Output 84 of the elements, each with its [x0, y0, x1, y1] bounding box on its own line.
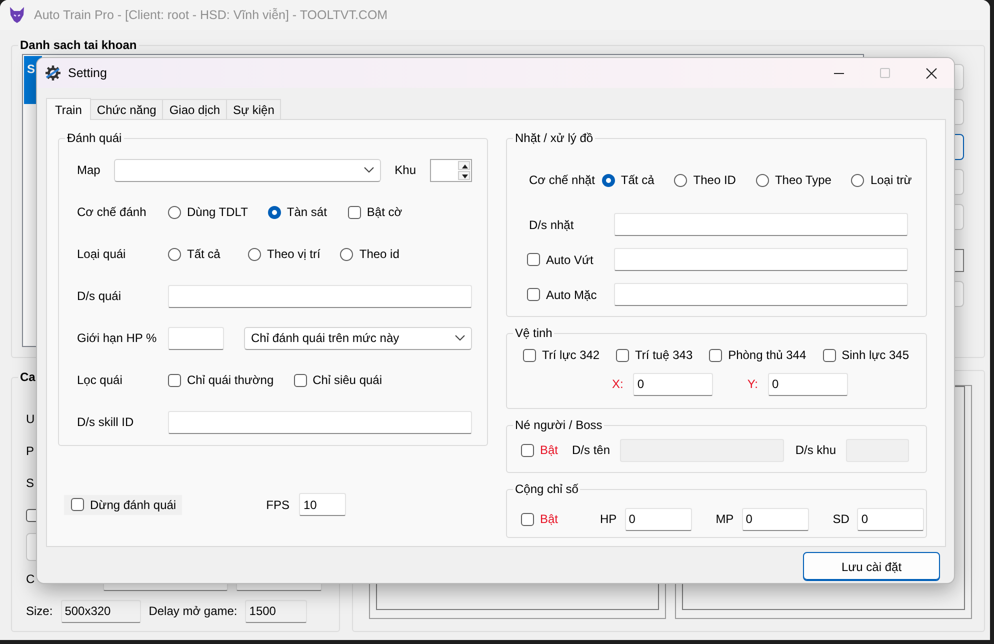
- checkbox[interactable]: Phòng thủ 344: [709, 348, 806, 362]
- field-label: SD: [832, 512, 850, 526]
- arrow-down-icon[interactable]: [458, 170, 470, 180]
- field-label: MP: [716, 512, 734, 526]
- field-label: C: [26, 572, 35, 586]
- group-title: Né người / Boss: [514, 418, 604, 432]
- text-field[interactable]: 0: [633, 372, 714, 396]
- animal-head-icon: [8, 6, 26, 24]
- checkbox[interactable]: Trí lực 342: [523, 348, 600, 362]
- field-label: U: [26, 412, 35, 426]
- tab[interactable]: Sự kiện: [226, 99, 282, 119]
- window-title: Auto Train Pro - [Client: root - HSD: Vĩnh viễn] - TOOLTVT.COM: [34, 8, 388, 22]
- field-label: Cơ chế nhặt: [529, 173, 595, 187]
- group-title: Đánh quái: [66, 131, 123, 145]
- field-label: Map: [77, 163, 102, 177]
- field-label: Loại quái: [77, 247, 127, 261]
- field-label: Delay mở game:: [148, 604, 238, 618]
- text-field[interactable]: [168, 410, 472, 434]
- group-title: Cộng chỉ số: [514, 482, 580, 496]
- field-label: S: [26, 476, 34, 490]
- checkbox[interactable]: Bật: [521, 443, 558, 457]
- radio-button[interactable]: Loại trừ: [851, 173, 912, 187]
- spin-box[interactable]: [430, 158, 472, 182]
- checkbox[interactable]: Bật: [521, 512, 558, 526]
- radio-button[interactable]: Tất cả: [168, 247, 228, 261]
- checkbox[interactable]: Chỉ quái thường: [168, 373, 274, 387]
- radio-button[interactable]: Theo id: [340, 247, 400, 261]
- tab[interactable]: Chức năng: [90, 99, 164, 119]
- text-field[interactable]: 500x320: [60, 600, 141, 622]
- text-field[interactable]: [614, 283, 908, 306]
- group-title: Danh sach tai khoan: [19, 38, 138, 52]
- text-field[interactable]: [168, 284, 472, 308]
- gear-icon: [45, 65, 61, 81]
- group-title: Nhặt / xử lý đồ: [514, 131, 594, 145]
- window-title: Setting: [68, 66, 107, 80]
- field-label: Cơ chế đánh: [77, 205, 148, 219]
- text-field[interactable]: 0: [742, 508, 809, 530]
- group-title: Ca: [19, 370, 36, 384]
- field-label: X:: [612, 377, 624, 391]
- field-label: D/s skill ID: [77, 415, 135, 429]
- checkbox[interactable]: Bật cờ: [348, 205, 408, 219]
- checkbox[interactable]: Sinh lực 345: [822, 348, 909, 362]
- field-label: FPS: [266, 498, 290, 512]
- radio-button[interactable]: Theo vị trí: [248, 247, 320, 261]
- radio-button[interactable]: Dùng TDLT: [168, 205, 248, 219]
- radio-button[interactable]: Tàn sát: [268, 205, 328, 219]
- field-label: Size:: [26, 604, 53, 618]
- chevron-down-icon: [455, 335, 465, 341]
- field-label: P: [26, 444, 34, 458]
- field-label: Lọc quái: [77, 373, 124, 387]
- tab[interactable]: Train: [46, 98, 91, 120]
- radio-button[interactable]: Tất cả: [602, 173, 654, 187]
- radio-button[interactable]: Theo ID: [674, 173, 736, 187]
- tab[interactable]: Giao dịch: [162, 99, 228, 119]
- field-label: D/s tên: [572, 443, 610, 457]
- checkbox[interactable]: Auto Mặc: [527, 288, 614, 302]
- field-label: Khu: [394, 163, 416, 177]
- checkbox[interactable]: Trí tuệ 343: [616, 348, 693, 362]
- text-field[interactable]: [614, 213, 908, 236]
- text-field[interactable]: 0: [768, 372, 848, 396]
- field-label: D/s quái: [77, 289, 122, 303]
- group-title: Vệ tinh: [514, 326, 554, 340]
- radio-button[interactable]: Theo Type: [756, 173, 832, 187]
- checkbox[interactable]: Chỉ siêu quái: [294, 373, 382, 387]
- text-field[interactable]: 0: [857, 508, 924, 530]
- field-label: Y:: [747, 377, 758, 391]
- field-label: HP: [600, 512, 617, 526]
- text-field[interactable]: 10: [299, 493, 346, 516]
- field-label: Giới hạn HP %: [77, 331, 158, 345]
- text-field[interactable]: 0: [624, 508, 692, 530]
- checkbox[interactable]: Dừng đánh quái: [64, 494, 182, 514]
- text-field[interactable]: [614, 248, 908, 271]
- save-button[interactable]: Lưu cài đặt: [803, 552, 940, 581]
- dropdown[interactable]: [114, 158, 381, 182]
- field-label: D/s nhặt: [529, 218, 575, 232]
- arrow-up-icon[interactable]: [458, 160, 470, 170]
- dropdown[interactable]: Chỉ đánh quái trên mức này: [244, 326, 472, 350]
- maximize-icon: [880, 68, 890, 78]
- checkbox[interactable]: Auto Vứt: [527, 252, 614, 266]
- field-label: D/s khu: [795, 443, 836, 457]
- text-field[interactable]: [168, 326, 224, 350]
- chevron-down-icon: [364, 167, 374, 173]
- text-field[interactable]: 1500: [245, 600, 308, 622]
- close-icon: [926, 68, 936, 78]
